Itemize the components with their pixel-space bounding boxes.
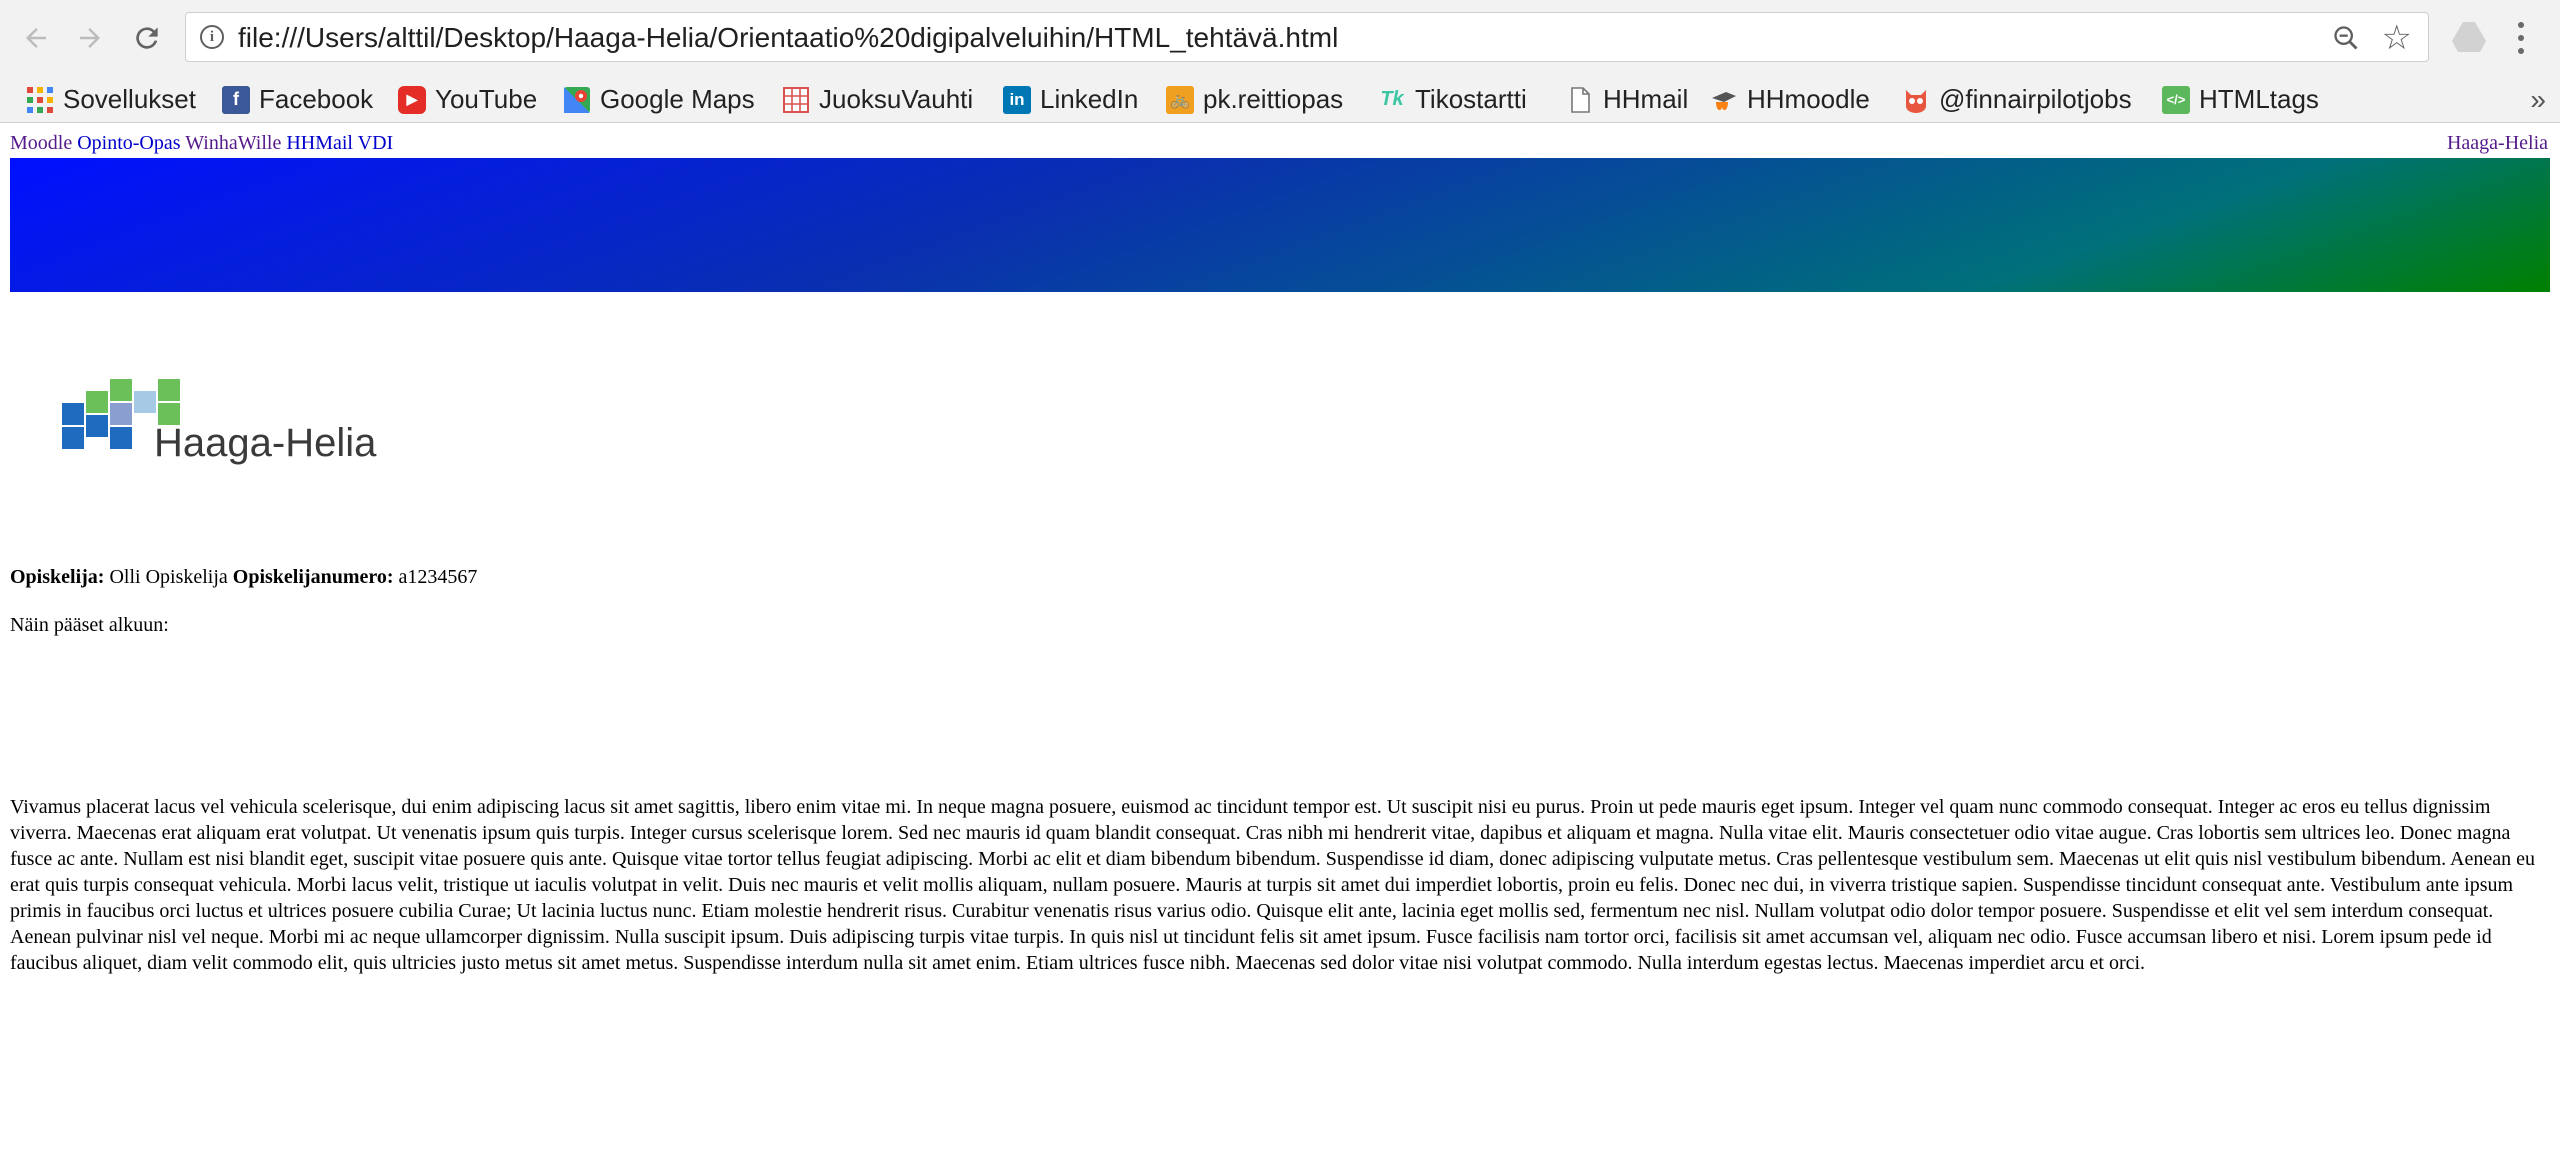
bookmark-hhmail[interactable]: HHmail bbox=[1566, 77, 1688, 122]
student-name: Olli Opiskelija bbox=[109, 566, 228, 588]
zoom-out-icon[interactable] bbox=[2332, 24, 2360, 52]
bookmark-label: Tikostartti bbox=[1415, 84, 1527, 114]
linkedin-icon: in bbox=[1003, 85, 1031, 114]
bookmark-label: HHmail bbox=[1603, 84, 1689, 114]
bookmark-label: pk.reittiopas bbox=[1203, 84, 1344, 114]
bookmark-sovellukset[interactable]: Sovellukset bbox=[26, 77, 196, 122]
haaga-helia-logo: Haaga-Helia bbox=[60, 363, 380, 473]
page-content: Moodle Opinto-Opas WinhaWille HHMail VDI… bbox=[0, 123, 2560, 1160]
nav-link-opinto-opas[interactable]: Opinto-Opas bbox=[77, 132, 180, 154]
nav-link-winhawille[interactable]: WinhaWille bbox=[185, 132, 281, 154]
owl-icon bbox=[1906, 89, 1926, 113]
forward-arrow-icon bbox=[80, 28, 100, 48]
haaga-helia-link[interactable]: Haaga-Helia bbox=[2447, 132, 2548, 155]
document-icon bbox=[1571, 86, 1590, 113]
bookmark-label: @finnairpilotjobs bbox=[1939, 84, 2132, 114]
nav-link-vdi[interactable]: VDI bbox=[358, 132, 394, 154]
bookmark-finnairpilotjobs[interactable]: @finnairpilotjobs bbox=[1902, 77, 2132, 122]
bookmarks-bar: Sovellukset f Facebook ▶ YouTube Google … bbox=[0, 77, 2560, 123]
google-maps-icon bbox=[564, 86, 590, 113]
student-info: Opiskelija: Olli Opiskelija Opiskelijanu… bbox=[10, 566, 477, 589]
reload-icon bbox=[136, 27, 158, 49]
youtube-icon: ▶ bbox=[398, 85, 426, 114]
address-bar[interactable]: i file:///Users/alttil/Desktop/Haaga-Hel… bbox=[185, 12, 2429, 62]
apps-grid-icon bbox=[27, 86, 53, 113]
logo-text: Haaga-Helia bbox=[154, 421, 377, 465]
url-text[interactable]: file:///Users/alttil/Desktop/Haaga-Helia… bbox=[238, 13, 1338, 63]
bookmark-juoksuvauhti[interactable]: JuoksuVauhti bbox=[782, 77, 973, 122]
back-arrow-icon bbox=[26, 28, 46, 48]
top-navigation: Moodle Opinto-Opas WinhaWille HHMail VDI bbox=[10, 132, 393, 155]
browser-toolbar: i file:///Users/alttil/Desktop/Haaga-Hel… bbox=[0, 0, 2560, 78]
google-drive-icon[interactable] bbox=[2452, 22, 2486, 52]
student-number: a1234567 bbox=[398, 566, 478, 588]
htmltags-icon: </> bbox=[2162, 85, 2190, 114]
info-icon[interactable]: i bbox=[200, 25, 224, 49]
bookmark-pk-reittiopas[interactable]: 🚲 pk.reittiopas bbox=[1166, 77, 1343, 122]
browser-menu-icon[interactable] bbox=[2511, 18, 2531, 58]
moodle-icon bbox=[1712, 91, 1736, 110]
reload-button[interactable] bbox=[127, 18, 167, 58]
facebook-icon: f bbox=[222, 85, 250, 114]
tiko-icon: Tk bbox=[1380, 88, 1404, 110]
bookmark-star-icon[interactable]: ☆ bbox=[2382, 18, 2412, 58]
bookmark-label: JuoksuVauhti bbox=[819, 84, 974, 114]
nav-link-hhmail[interactable]: HHMail bbox=[286, 132, 353, 154]
bookmark-google-maps[interactable]: Google Maps bbox=[563, 77, 755, 122]
forward-button[interactable] bbox=[70, 18, 110, 58]
bookmark-label: Facebook bbox=[259, 84, 374, 114]
calculator-icon bbox=[783, 86, 809, 113]
bookmarks-more-button[interactable]: » bbox=[2530, 77, 2546, 122]
bookmark-label: LinkedIn bbox=[1040, 84, 1139, 114]
gradient-banner bbox=[10, 158, 2550, 292]
bookmark-linkedin[interactable]: in LinkedIn bbox=[1003, 77, 1138, 122]
bookmark-label: Sovellukset bbox=[63, 84, 196, 114]
getting-started-text: Näin pääset alkuun: bbox=[10, 614, 169, 636]
bookmark-facebook[interactable]: f Facebook bbox=[222, 77, 373, 122]
nav-link-moodle[interactable]: Moodle bbox=[10, 132, 72, 154]
back-button[interactable] bbox=[16, 18, 56, 58]
bookmark-hhmoodle[interactable]: HHmoodle bbox=[1710, 77, 1870, 122]
bookmark-label: HTMLtags bbox=[2199, 84, 2319, 114]
bookmark-htmltags[interactable]: </> HTMLtags bbox=[2162, 77, 2319, 122]
lorem-paragraph: Vivamus placerat lacus vel vehicula scel… bbox=[10, 796, 2536, 974]
student-label: Opiskelija: bbox=[10, 566, 105, 588]
student-number-label: Opiskelijanumero: bbox=[232, 566, 394, 588]
bookmark-label: HHmoodle bbox=[1747, 84, 1870, 114]
bookmark-youtube[interactable]: ▶ YouTube bbox=[398, 77, 537, 122]
bike-icon: 🚲 bbox=[1166, 85, 1194, 114]
bookmark-label: YouTube bbox=[435, 84, 538, 114]
bookmark-tikostartti[interactable]: Tk Tikostartti bbox=[1378, 77, 1527, 122]
bookmark-label: Google Maps bbox=[600, 84, 755, 114]
